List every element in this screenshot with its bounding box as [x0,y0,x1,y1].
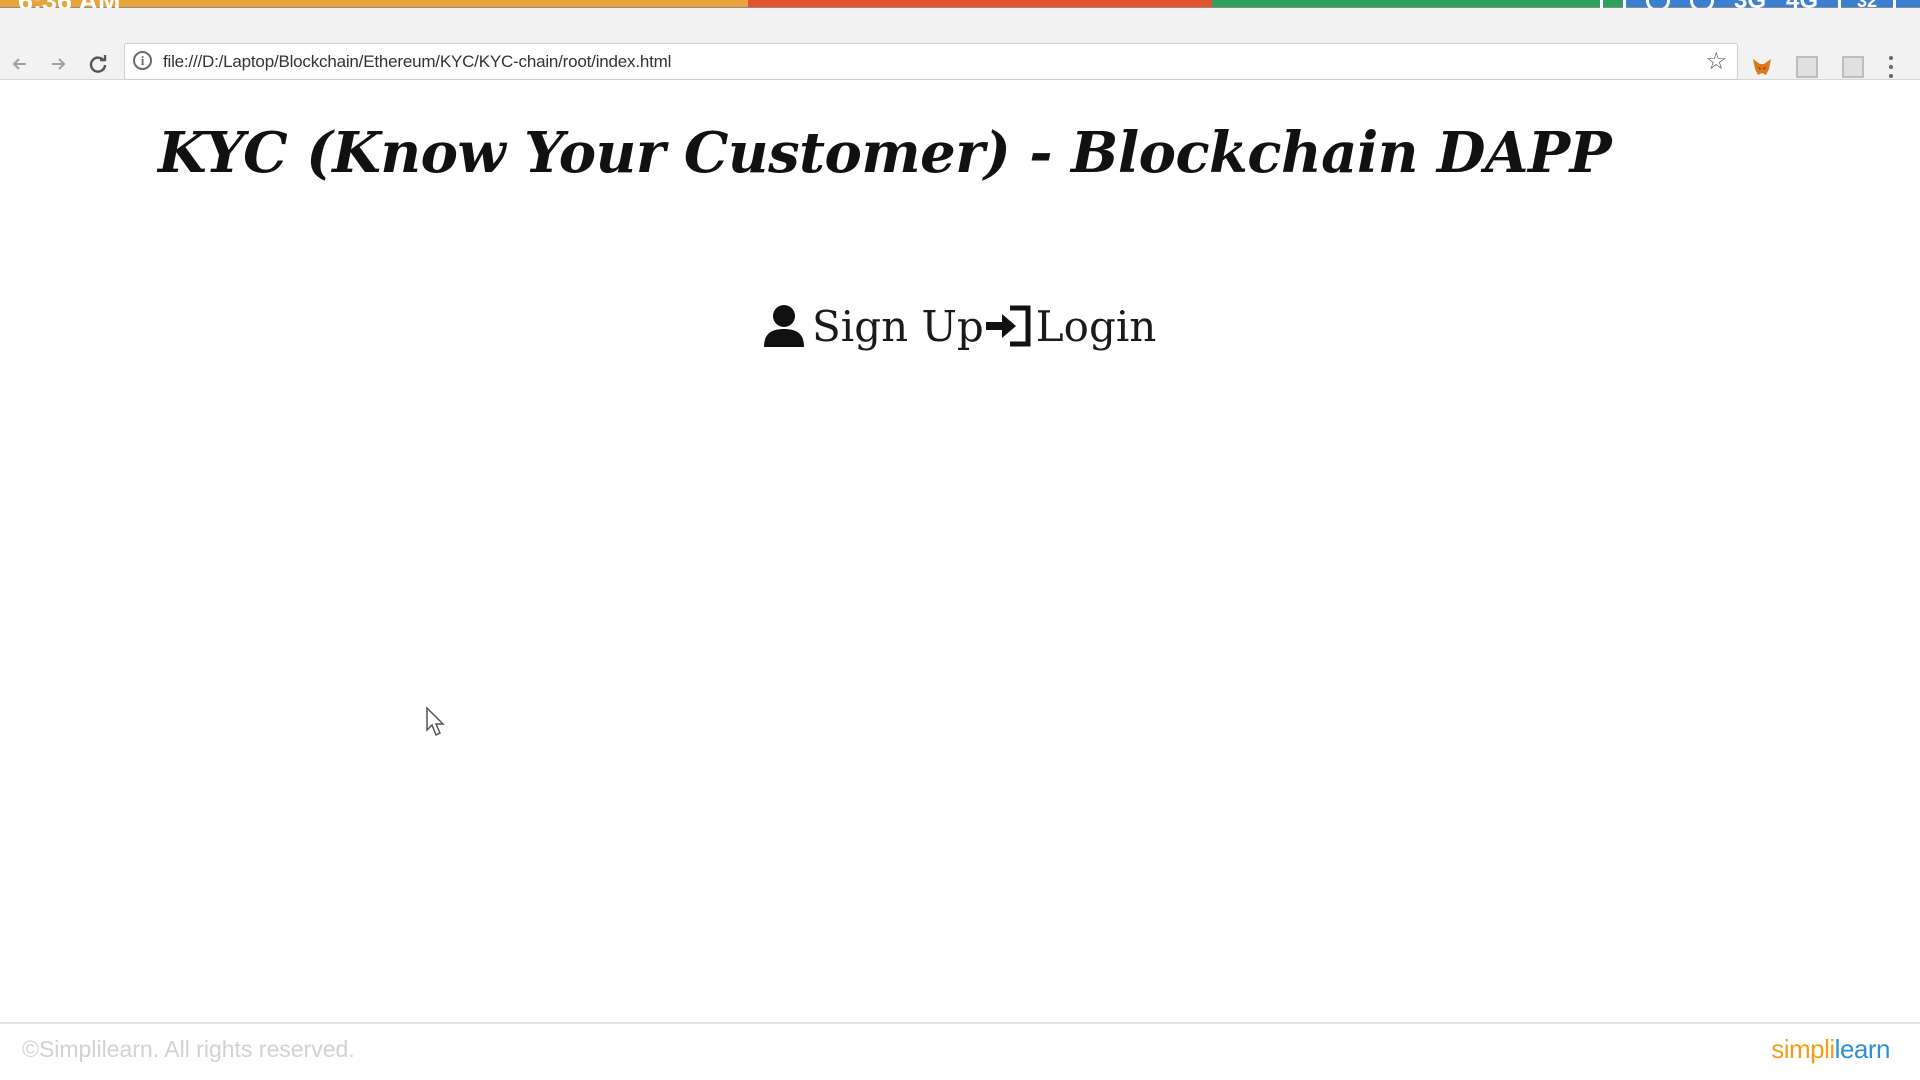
info-icon[interactable]: i [133,51,152,70]
screen: 6:36 AM 3G 4G 32 [0,0,1920,1080]
arrow-right-icon [52,58,66,70]
extension-icon[interactable] [1796,56,1818,78]
logo-part-2: learn [1834,1034,1891,1064]
logo-part-1: simpli [1771,1034,1835,1064]
login-label: Login [1035,301,1157,351]
url-text[interactable]: file:///D:/Laptop/Blockchain/Ethereum/KY… [163,52,671,72]
simplilearn-logo: simplilearn [1771,1034,1890,1065]
login-icon [985,305,1031,347]
status-bar: 6:36 AM 3G 4G 32 [0,0,1920,16]
browser-toolbar: i file:///D:/Laptop/Blockchain/Ethereum/… [0,8,1920,80]
bookmark-star-icon[interactable]: ☆ [1705,48,1727,76]
sign-up-link[interactable]: Sign Up [762,302,984,351]
browser-menu-icon[interactable] [1888,56,1894,78]
reload-icon [89,55,107,73]
reload-button[interactable] [84,50,112,78]
extension-icon[interactable] [1842,56,1864,78]
arrow-left-icon [12,58,26,70]
page-title: KYC (Know Your Customer) - Blockchain DA… [158,120,1612,186]
back-button[interactable] [6,50,34,78]
footer-copyright: ©Simplilearn. All rights reserved. [22,1036,355,1062]
footer-divider [0,1022,1920,1024]
sign-up-label: Sign Up [812,301,984,351]
user-icon [764,305,804,347]
auth-nav: Sign Up Login [762,296,1156,356]
metamask-extension-icon[interactable] [1751,56,1773,78]
mouse-cursor-icon [426,706,445,737]
status-stripe-green [1212,0,1622,7]
address-bar[interactable]: i file:///D:/Laptop/Blockchain/Ethereum/… [124,43,1738,80]
status-stripe-red [748,0,1212,7]
login-link[interactable]: Login [984,301,1157,351]
forward-button[interactable] [44,50,72,78]
